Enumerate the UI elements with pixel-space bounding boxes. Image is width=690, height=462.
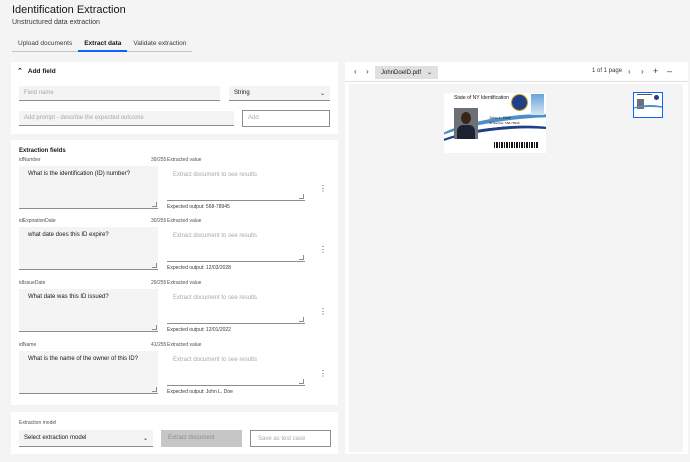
save-as-test-case-button[interactable]: Save as test case — [250, 430, 331, 447]
field-name: idName — [19, 342, 37, 348]
page-title: Identification Extraction — [12, 4, 126, 16]
field-prompt-text: What is the identification (ID) number? — [28, 171, 131, 177]
extracted-value-box: Extract document to see results — [167, 166, 305, 201]
field-prompt-text: What date was this ID issued? — [28, 294, 109, 300]
resize-handle-icon[interactable] — [152, 325, 157, 330]
add-field-toggle[interactable]: ⌃ Add field — [17, 68, 56, 75]
extracted-value-label: Extracted value — [167, 280, 202, 286]
extracted-value-placeholder: Extract document to see results — [173, 295, 258, 301]
field-name-input[interactable]: Field name — [19, 86, 220, 101]
field-type-select[interactable]: String ⌄ — [229, 86, 330, 101]
tab-bar: Upload documents Extract data Validate e… — [12, 36, 193, 52]
extraction-model-panel: Extraction model Select extraction model… — [11, 412, 338, 454]
extracted-value-label: Extracted value — [167, 342, 202, 348]
chevron-left-icon[interactable]: ‹ — [354, 67, 357, 76]
extracted-value-label: Extracted value — [167, 218, 202, 224]
page-subtitle: Unstructured data extraction — [12, 19, 100, 26]
expected-output: Expected output: John L. Doe — [167, 389, 233, 395]
resize-handle-icon[interactable] — [299, 194, 304, 199]
extraction-model-label: Extraction model — [19, 420, 57, 426]
barcode-icon — [494, 142, 539, 148]
card-id-number: ID Number: 568-78945 — [489, 121, 520, 125]
field-prompt-text: What is the name of the owner of this ID… — [28, 356, 139, 362]
zoom-out-icon[interactable]: – — [667, 66, 672, 76]
extraction-model-value: Select extraction model — [24, 435, 87, 441]
field-type-value: String — [234, 90, 250, 96]
next-page-icon[interactable]: › — [641, 67, 644, 76]
chevron-down-icon: ⌄ — [427, 70, 433, 76]
page-thumbnail[interactable] — [633, 92, 663, 118]
page-info: 1 of 1 page — [592, 68, 623, 74]
resize-handle-icon[interactable] — [152, 387, 157, 392]
field-prompt-textarea[interactable]: What date was this ID issued? — [19, 289, 158, 332]
viewer-toolbar: ‹ › JohnDoeID.pdf ⌄ 1 of 1 page ‹ › + – — [345, 62, 688, 82]
document-viewer: ‹ › JohnDoeID.pdf ⌄ 1 of 1 page ‹ › + – … — [345, 62, 688, 454]
extracted-value-placeholder: Extract document to see results — [173, 233, 258, 239]
id-photo — [454, 108, 478, 139]
field-prompt-text: what date does this ID expire? — [28, 232, 109, 238]
page-header: Identification Extraction Unstructured d… — [0, 0, 690, 56]
resize-handle-icon[interactable] — [299, 379, 304, 384]
char-count: 30/255 — [151, 218, 167, 224]
field-name: idNumber — [19, 157, 41, 163]
extraction-model-select[interactable]: Select extraction model ⌄ — [19, 430, 153, 447]
extract-document-button[interactable]: Extract document — [161, 430, 242, 447]
file-tab[interactable]: JohnDoeID.pdf ⌄ — [375, 66, 439, 79]
previous-page-icon[interactable]: ‹ — [628, 67, 631, 76]
field-row: idName 41/255 What is the name of the ow… — [11, 342, 338, 404]
extracted-value-box: Extract document to see results — [167, 227, 305, 262]
resize-handle-icon[interactable] — [299, 255, 304, 260]
chevron-right-icon[interactable]: › — [366, 67, 369, 76]
field-prompt-textarea[interactable]: what date does this ID expire? — [19, 227, 158, 270]
overflow-menu-icon[interactable]: ⋮ — [319, 185, 327, 193]
overflow-menu-icon[interactable]: ⋮ — [319, 308, 327, 316]
chevron-down-icon: ⌄ — [319, 90, 325, 97]
tab-validate-extraction[interactable]: Validate extraction — [127, 36, 192, 52]
extraction-fields-panel: Extraction fields idNumber 39/255 What i… — [11, 140, 338, 405]
resize-handle-icon[interactable] — [299, 317, 304, 322]
extracted-value-placeholder: Extract document to see results — [173, 172, 258, 178]
card-title: State of NY Identification — [454, 95, 509, 101]
add-field-panel: ⌃ Add field Field name String ⌄ Add prom… — [11, 62, 338, 134]
field-name: idIssueDate — [19, 280, 46, 286]
add-field-button[interactable]: Add — [242, 110, 330, 127]
tab-extract-data[interactable]: Extract data — [78, 36, 128, 52]
card-name: John L. Doe — [489, 115, 511, 120]
expected-output: Expected output: 12/01/2022 — [167, 327, 231, 333]
zoom-in-icon[interactable]: + — [653, 66, 658, 76]
extracted-value-placeholder: Extract document to see results — [173, 357, 258, 363]
document-canvas: State of NY Identification John L. Doe I… — [349, 84, 683, 452]
tab-upload-documents[interactable]: Upload documents — [12, 36, 78, 52]
expected-output: Expected output: 12/03/2028 — [167, 265, 231, 271]
chevron-down-icon: ⌄ — [142, 436, 148, 442]
field-prompt-textarea[interactable]: What is the identification (ID) number? — [19, 166, 158, 209]
field-prompt-textarea[interactable]: What is the name of the owner of this ID… — [19, 351, 158, 394]
field-name: idExpirationDate — [19, 218, 56, 224]
add-field-heading: Add field — [27, 68, 56, 75]
field-row: idExpirationDate 30/255 what date does t… — [11, 218, 338, 280]
char-count: 41/255 — [151, 342, 167, 348]
char-count: 39/255 — [151, 157, 167, 163]
field-row: idIssueDate 29/255 What date was this ID… — [11, 280, 338, 342]
expected-output: Expected output: 568-78945 — [167, 204, 230, 210]
resize-handle-icon[interactable] — [152, 202, 157, 207]
extracted-value-label: Extracted value — [167, 157, 202, 163]
char-count: 29/255 — [151, 280, 167, 286]
field-row: idNumber 39/255 What is the identificati… — [11, 157, 338, 219]
id-card-image: State of NY Identification John L. Doe I… — [444, 93, 546, 153]
extracted-value-box: Extract document to see results — [167, 351, 305, 386]
chevron-up-icon: ⌃ — [17, 68, 23, 75]
state-seal-icon — [511, 94, 528, 111]
resize-handle-icon[interactable] — [152, 263, 157, 268]
extracted-value-box: Extract document to see results — [167, 289, 305, 324]
prompt-input[interactable]: Add prompt - describe the expected outco… — [19, 111, 234, 126]
extraction-fields-title: Extraction fields — [19, 148, 66, 154]
file-name: JohnDoeID.pdf — [381, 69, 422, 76]
overflow-menu-icon[interactable]: ⋮ — [319, 246, 327, 254]
overflow-menu-icon[interactable]: ⋮ — [319, 370, 327, 378]
